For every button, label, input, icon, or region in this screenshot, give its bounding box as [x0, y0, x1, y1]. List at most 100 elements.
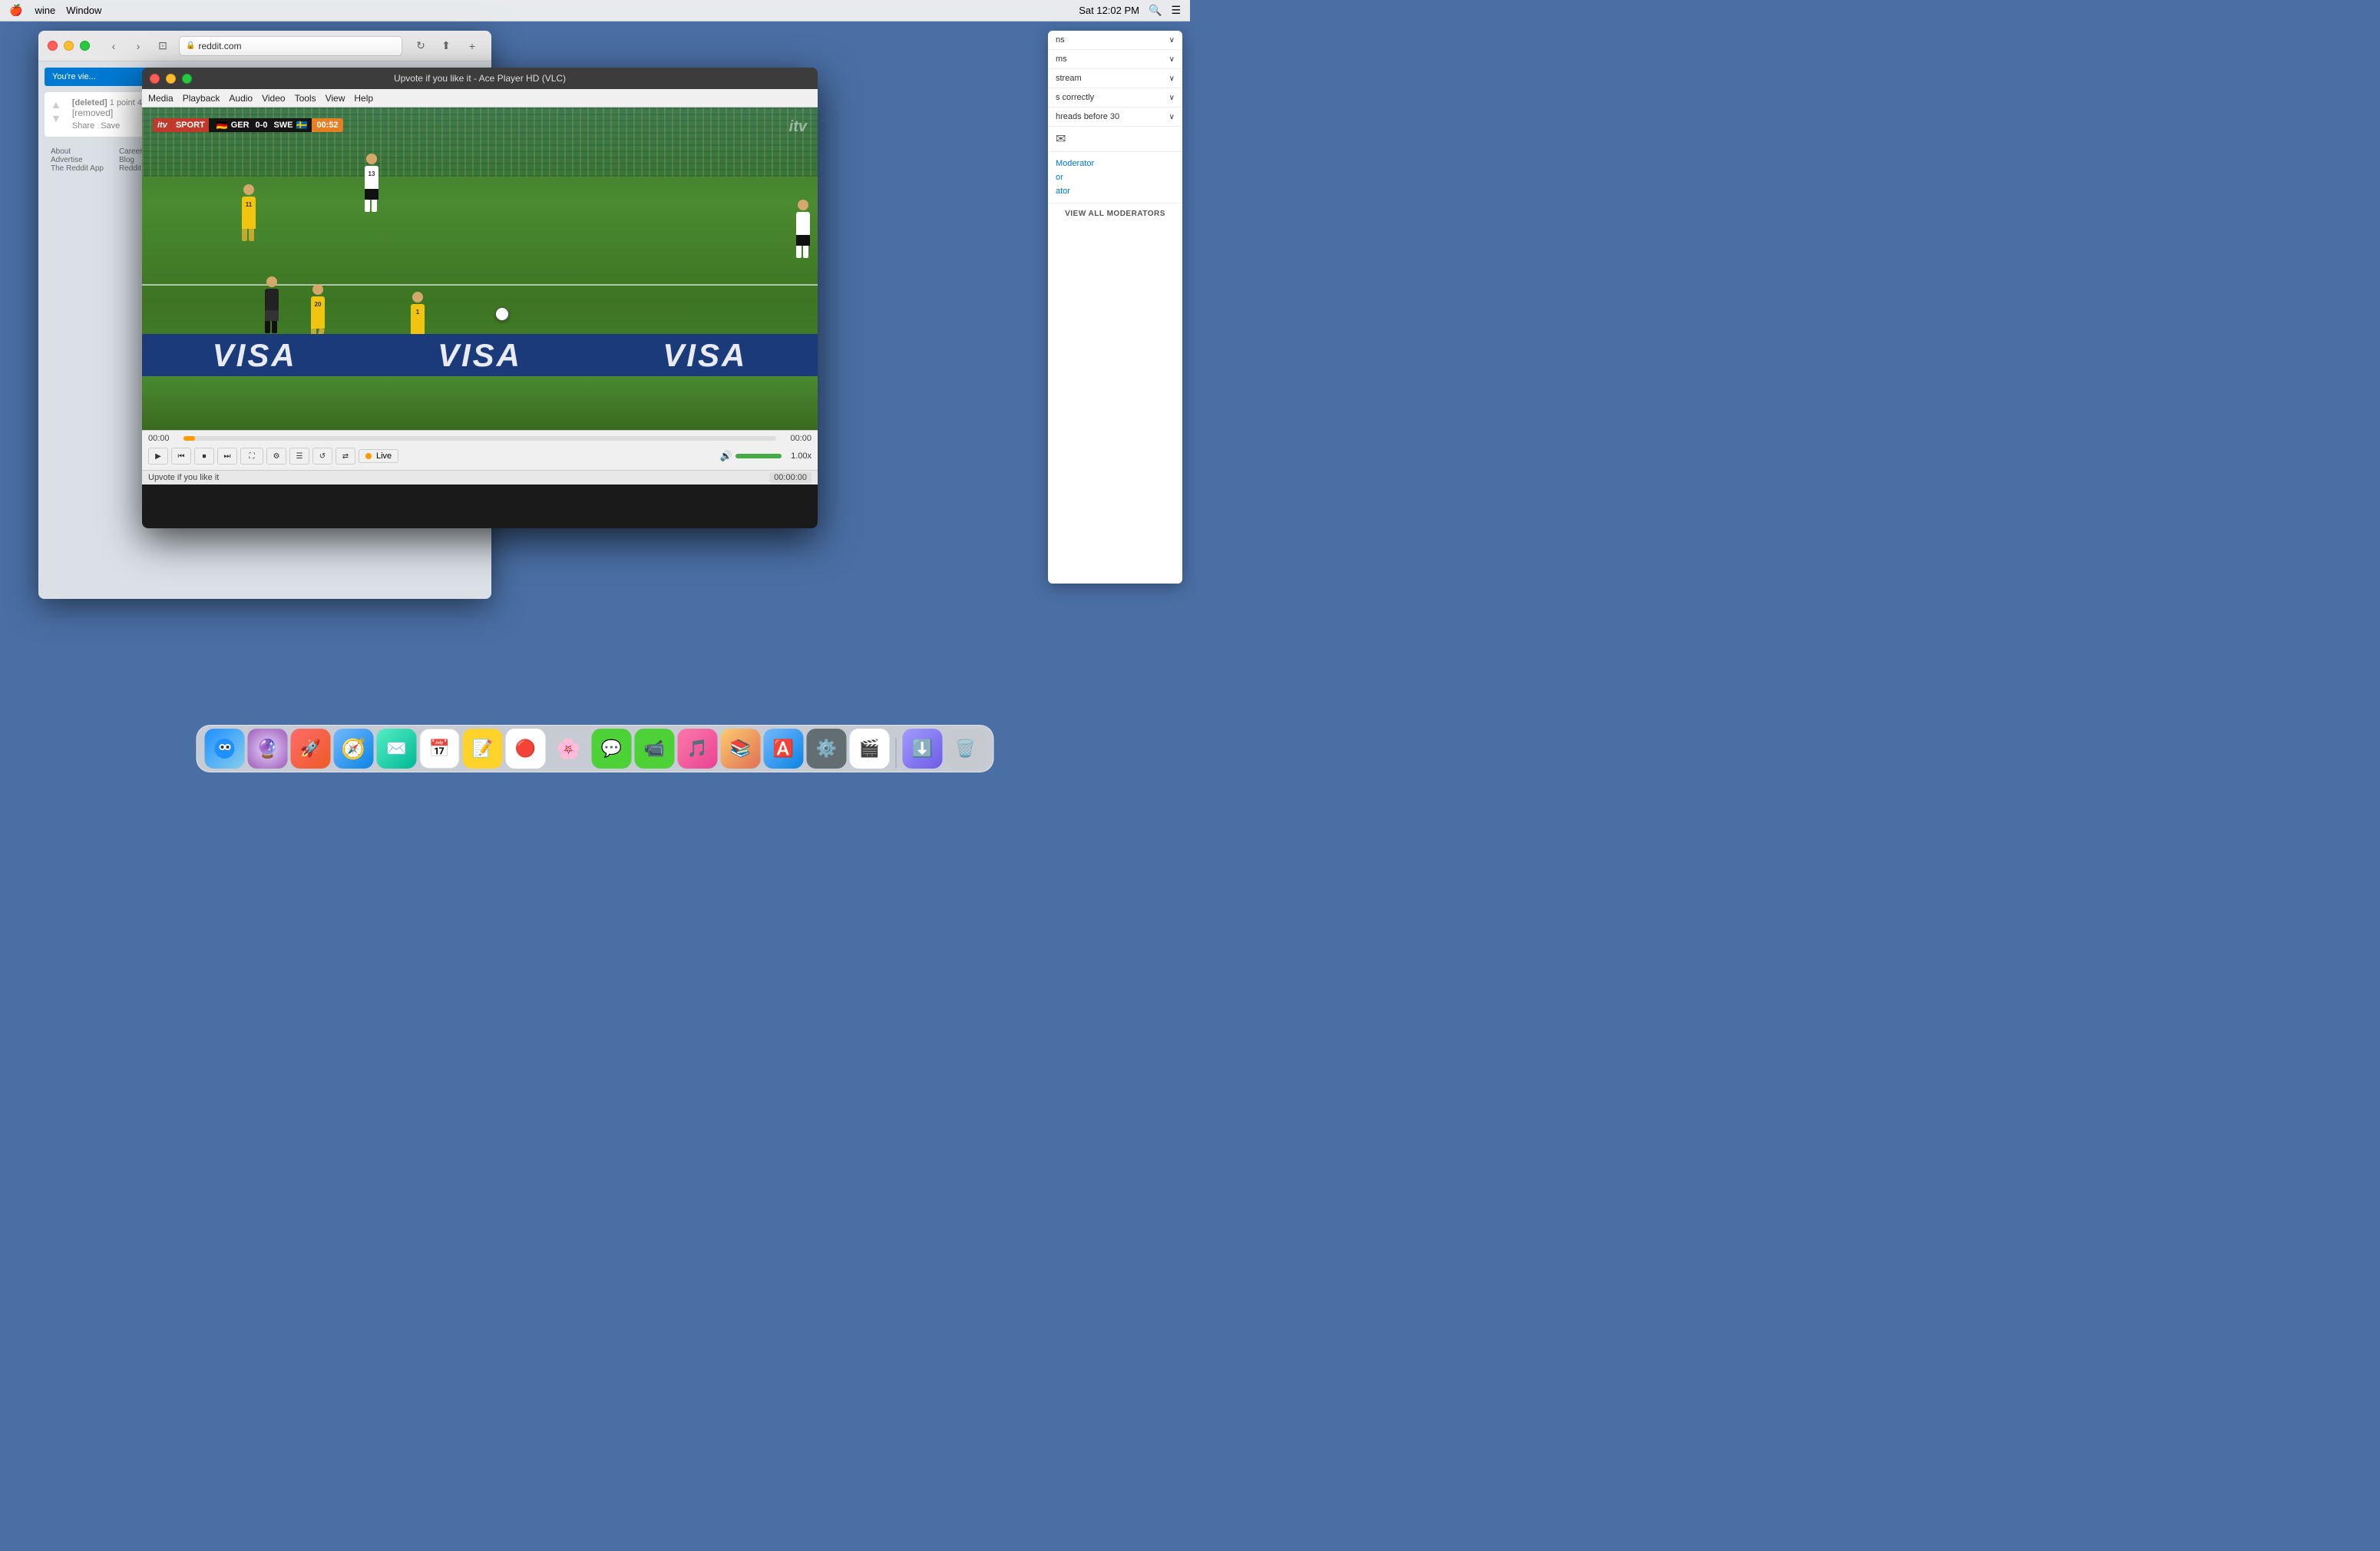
- player-legs-2: [242, 229, 256, 241]
- footer-press[interactable]: The Reddit App: [51, 164, 104, 173]
- vlc-maximize-button[interactable]: [182, 74, 192, 84]
- mod-entry-1[interactable]: Moderator: [1056, 157, 1175, 170]
- dock-trash[interactable]: 🗑️: [946, 729, 986, 769]
- mod-entry-2[interactable]: or: [1056, 170, 1175, 184]
- dock-mail[interactable]: ✉️: [377, 729, 417, 769]
- vlc-time-right: 00:00: [781, 434, 812, 443]
- rs-section-ms: ms ∨: [1048, 50, 1182, 69]
- vlc-menu-tools[interactable]: Tools: [295, 93, 316, 104]
- player-shorts-2: [242, 218, 256, 229]
- dock-safari[interactable]: 🧭: [334, 729, 374, 769]
- vlc-menu-video[interactable]: Video: [262, 93, 285, 104]
- reader-view-button[interactable]: ⊡: [153, 38, 173, 55]
- itv-watermark: itv: [789, 118, 807, 136]
- vlc-menu-media[interactable]: Media: [148, 93, 174, 104]
- dock-ibooks[interactable]: 📚: [721, 729, 761, 769]
- upvote-button[interactable]: ▲: [51, 98, 61, 111]
- dock-finder[interactable]: [205, 729, 245, 769]
- save-link[interactable]: Save: [101, 121, 120, 131]
- search-icon[interactable]: 🔍: [1149, 4, 1162, 17]
- field-line-horizontal: [142, 284, 818, 286]
- vlc-repeat-button[interactable]: ↺: [312, 448, 332, 465]
- minimize-button[interactable]: [64, 41, 74, 51]
- menubar-window[interactable]: Window: [66, 5, 101, 16]
- vlc-shuffle-button[interactable]: ⇄: [336, 448, 355, 465]
- vlc-live-badge[interactable]: Live: [359, 449, 398, 463]
- soccer-ball: [495, 307, 509, 321]
- vlc-volume-icon[interactable]: 🔊: [720, 450, 732, 462]
- rs-mail-section: ✉: [1048, 127, 1182, 152]
- comment-points: 1 point: [110, 98, 135, 107]
- vlc-next-button[interactable]: ⏭: [217, 448, 237, 465]
- rs-label-ns: ns: [1056, 35, 1065, 45]
- photos-icon: 🌸: [556, 737, 580, 761]
- vlc-minimize-button[interactable]: [166, 74, 176, 84]
- dock-calendar[interactable]: 📅: [420, 729, 460, 769]
- player-muller: 13: [365, 154, 378, 212]
- player-number-3: 20: [315, 301, 322, 308]
- vlc-menu-view[interactable]: View: [326, 93, 345, 104]
- dock-launchpad[interactable]: 🚀: [291, 729, 331, 769]
- dock-system-prefs[interactable]: ⚙️: [807, 729, 847, 769]
- vlc-play-button[interactable]: ▶: [148, 448, 168, 465]
- dock-siri[interactable]: 🔮: [248, 729, 288, 769]
- apple-menu[interactable]: 🍎: [9, 4, 22, 17]
- share-button[interactable]: ⬆: [436, 38, 456, 55]
- player-leg-2a: [242, 229, 247, 241]
- menu-icon[interactable]: ☰: [1171, 4, 1181, 17]
- rs-row-correctly[interactable]: s correctly ∨: [1056, 93, 1175, 102]
- vlc-settings-button[interactable]: ⚙: [266, 448, 286, 465]
- vlc-playlist-button[interactable]: ☰: [289, 448, 309, 465]
- dock-reminders[interactable]: 🔴: [506, 729, 546, 769]
- vlc-close-button[interactable]: [150, 74, 160, 84]
- rs-row-stream[interactable]: stream ∨: [1056, 74, 1175, 83]
- dock-messages[interactable]: 💬: [592, 729, 632, 769]
- maximize-button[interactable]: [80, 41, 90, 51]
- footer-about[interactable]: About: [51, 147, 104, 156]
- dock-notes[interactable]: 📝: [463, 729, 503, 769]
- vlc-menu-audio[interactable]: Audio: [229, 93, 253, 104]
- vlc-volume-bar[interactable]: [735, 454, 782, 458]
- share-link[interactable]: Share: [72, 121, 94, 131]
- player-body-2: 11: [242, 197, 256, 218]
- player-leg-1a: [365, 200, 370, 212]
- player-shorts-1: [365, 189, 378, 200]
- vlc-prev-button[interactable]: ⏮: [171, 448, 191, 465]
- add-tab-button[interactable]: +: [462, 38, 482, 55]
- downvote-button[interactable]: ▼: [51, 112, 61, 124]
- chevron-stream: ∨: [1169, 74, 1175, 83]
- vlc-fullscreen-button[interactable]: ⛶: [240, 448, 263, 465]
- mail-dock-icon: ✉️: [386, 739, 407, 759]
- dock-downloads[interactable]: ⬇️: [903, 729, 943, 769]
- address-bar[interactable]: 🔒 reddit.com: [179, 36, 402, 56]
- rs-label-threads: hreads before 30: [1056, 112, 1119, 121]
- dock-facetime[interactable]: 📹: [635, 729, 675, 769]
- itunes-icon: 🎵: [687, 739, 708, 759]
- vlc-dock-icon: 🎬: [859, 739, 880, 759]
- footer-careers[interactable]: Advertise: [51, 156, 104, 164]
- view-all-moderators[interactable]: VIEW ALL MODERATORS: [1048, 203, 1182, 224]
- back-button[interactable]: ‹: [104, 38, 124, 55]
- dock-vlc[interactable]: 🎬: [850, 729, 890, 769]
- player-leg-2b: [249, 229, 254, 241]
- dock-photos[interactable]: 🌸: [549, 729, 589, 769]
- dock-appstore[interactable]: 🅰️: [764, 729, 804, 769]
- vlc-stop-button[interactable]: ⏹: [194, 448, 214, 465]
- player-head-5: [798, 200, 808, 210]
- vlc-progress-bar[interactable]: [183, 436, 776, 441]
- reload-button[interactable]: ↻: [412, 37, 430, 55]
- player-body-5: [796, 212, 810, 235]
- dock-itunes[interactable]: 🎵: [678, 729, 718, 769]
- vlc-menu-help[interactable]: Help: [354, 93, 373, 104]
- mail-icon[interactable]: ✉: [1056, 133, 1066, 146]
- rs-row-ns[interactable]: ns ∨: [1056, 35, 1175, 45]
- rs-row-threads[interactable]: hreads before 30 ∨: [1056, 112, 1175, 121]
- vlc-live-dot: [365, 453, 372, 459]
- close-button[interactable]: [48, 41, 58, 51]
- mod-entry-3[interactable]: ator: [1056, 184, 1175, 198]
- rs-row-ms[interactable]: ms ∨: [1056, 55, 1175, 64]
- forward-button[interactable]: ›: [128, 38, 148, 55]
- vlc-menubar: Media Playback Audio Video Tools View He…: [142, 89, 818, 107]
- menubar-wine[interactable]: wine: [35, 5, 55, 16]
- vlc-menu-playback[interactable]: Playback: [183, 93, 220, 104]
